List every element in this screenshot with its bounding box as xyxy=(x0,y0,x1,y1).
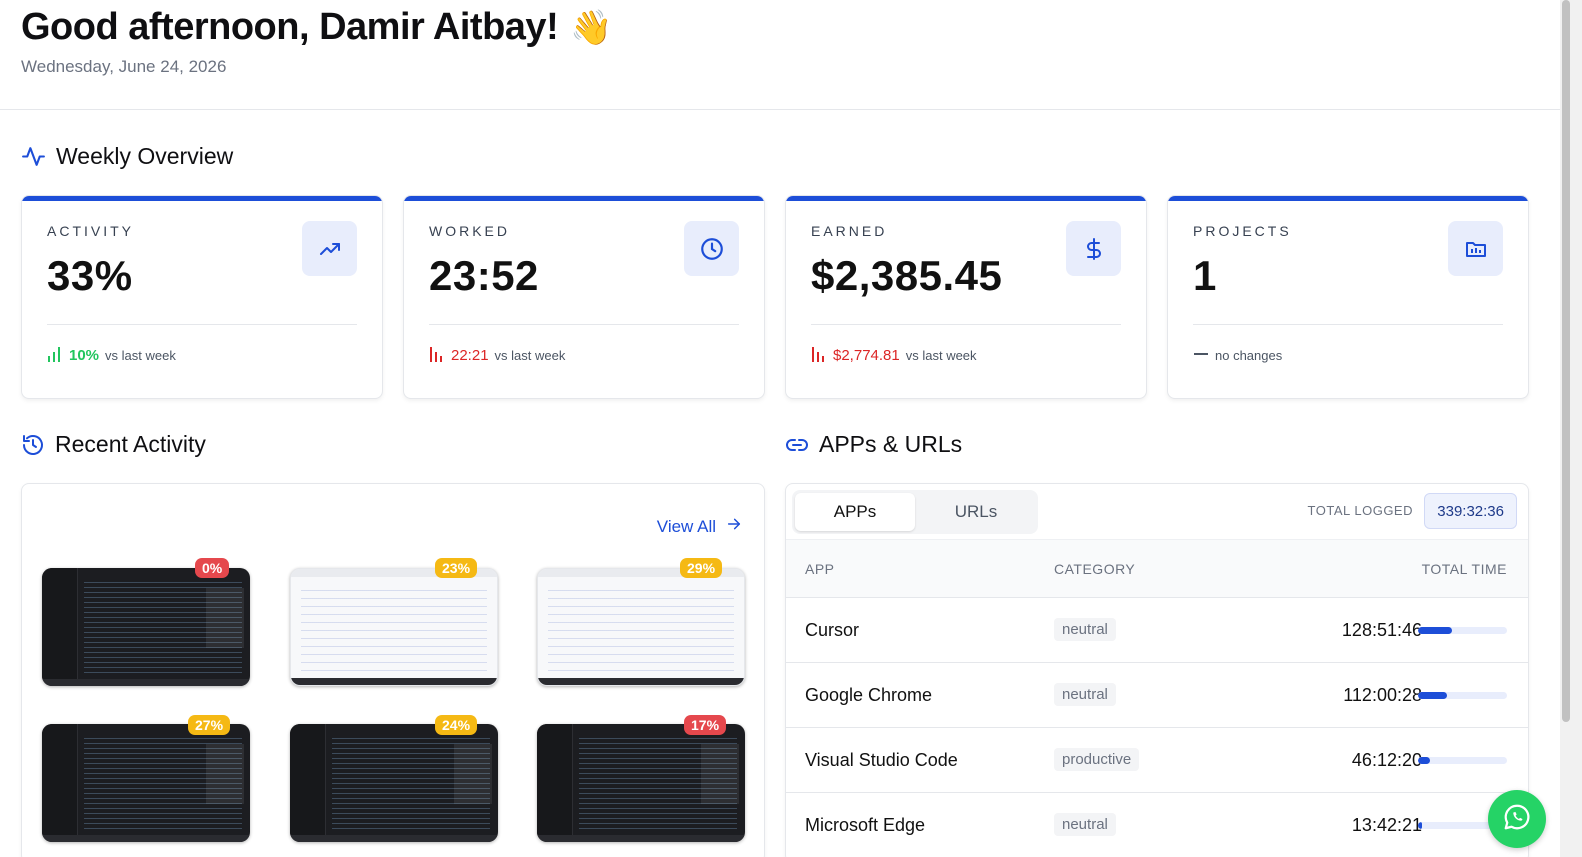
activity-pulse-icon xyxy=(21,144,46,169)
table-header: APP CATEGORY TOTAL TIME xyxy=(786,539,1528,598)
total-time: 112:00:28 xyxy=(1343,685,1422,705)
table-row[interactable]: Microsoft Edge neutral 13:42:21 xyxy=(786,793,1528,857)
apps-urls-tabs: APPs URLs xyxy=(792,490,1038,534)
page-scrollbar[interactable] xyxy=(1560,0,1582,857)
earned-card: EARNED $2,385.45 $2,774.81 vs last week xyxy=(785,195,1147,399)
projects-card: PROJECTS 1 no changes xyxy=(1167,195,1529,399)
apps-urls-panel: APPs URLs TOTAL LOGGED 339:32:36 APP CAT… xyxy=(785,483,1529,857)
whatsapp-chat-button[interactable] xyxy=(1488,790,1546,848)
apps-urls-label: APPs & URLs xyxy=(819,431,963,457)
link-icon xyxy=(785,433,809,457)
clock-icon xyxy=(684,221,739,276)
worked-card: WORKED 23:52 22:21 vs last week xyxy=(403,195,765,399)
category-tag: neutral xyxy=(1054,683,1116,706)
compare-text: vs last week xyxy=(494,348,566,363)
view-all-link[interactable]: View All xyxy=(657,516,742,537)
screenshot-thumbnail[interactable] xyxy=(290,568,498,686)
total-time: 13:42:21 xyxy=(1351,815,1422,835)
screenshot-thumbnail[interactable] xyxy=(537,568,745,686)
category-tag: neutral xyxy=(1054,618,1116,641)
activity-percent-badge: 29% xyxy=(680,558,723,578)
compare-text: no changes xyxy=(1215,348,1283,363)
activity-card: ACTIVITY 33% 10% vs last week xyxy=(21,195,383,399)
column-header-app: APP xyxy=(805,561,835,577)
screenshot-thumbnail[interactable] xyxy=(42,724,250,842)
total-logged-label: TOTAL LOGGED xyxy=(1307,503,1413,518)
tab-apps[interactable]: APPs xyxy=(795,493,915,531)
card-divider xyxy=(1193,324,1503,325)
time-share-bar xyxy=(1418,627,1507,634)
bar-chart-up-icon xyxy=(47,346,63,365)
delta-value: 10% xyxy=(69,347,100,364)
tab-urls[interactable]: URLs xyxy=(916,493,1036,531)
card-value: $2,385.45 xyxy=(811,252,1003,299)
scrollbar-thumb[interactable] xyxy=(1562,0,1570,722)
column-header-category: CATEGORY xyxy=(1054,561,1136,577)
trending-up-icon xyxy=(302,221,357,276)
activity-percent-badge: 17% xyxy=(684,715,727,735)
card-divider xyxy=(429,324,739,325)
table-row[interactable]: Cursor neutral 128:51:46 xyxy=(786,598,1528,663)
card-value: 1 xyxy=(1193,252,1217,299)
table-row[interactable]: Visual Studio Code productive 46:12:20 xyxy=(786,728,1528,793)
category-tag: neutral xyxy=(1054,813,1116,836)
dash-icon xyxy=(1193,346,1209,365)
time-share-bar xyxy=(1418,757,1507,764)
compare-text: vs last week xyxy=(105,348,176,363)
card-divider xyxy=(47,324,357,325)
card-comparison: 22:21 vs last week xyxy=(429,346,565,365)
arrow-right-icon xyxy=(726,516,742,537)
card-value: 23:52 xyxy=(429,252,539,299)
total-time: 46:12:20 xyxy=(1351,750,1422,770)
card-value: 33% xyxy=(47,252,133,299)
activity-percent-badge: 23% xyxy=(435,558,478,578)
time-share-bar xyxy=(1418,692,1507,699)
card-label: PROJECTS xyxy=(1193,223,1292,239)
waving-hand-emoji: 👋 xyxy=(570,8,613,47)
current-date: Wednesday, June 24, 2026 xyxy=(21,57,227,76)
app-name: Cursor xyxy=(805,620,860,640)
screenshot-thumbnail[interactable] xyxy=(290,724,498,842)
delta-value: 22:21 xyxy=(451,347,489,364)
history-icon xyxy=(21,433,45,457)
total-time: 128:51:46 xyxy=(1341,620,1422,640)
card-comparison: $2,774.81 vs last week xyxy=(811,346,977,365)
delta-value: $2,774.81 xyxy=(833,347,900,364)
app-name: Visual Studio Code xyxy=(805,750,958,770)
activity-percent-badge: 0% xyxy=(195,558,230,578)
greeting-heading: Good afternoon, Damir Aitbay! 👋 xyxy=(21,6,613,49)
card-divider xyxy=(811,324,1121,325)
page-header: Good afternoon, Damir Aitbay! 👋 Wednesda… xyxy=(0,0,1560,110)
screenshot-thumbnail[interactable] xyxy=(537,724,745,842)
activity-percent-badge: 27% xyxy=(188,715,231,735)
total-logged-value: 339:32:36 xyxy=(1424,493,1517,529)
project-folder-icon xyxy=(1448,221,1503,276)
category-tag: productive xyxy=(1054,748,1140,771)
table-row[interactable]: Google Chrome neutral 112:00:28 xyxy=(786,663,1528,728)
apps-urls-title: APPs & URLs xyxy=(785,431,962,458)
recent-activity-panel: View All 0% 23% 29% 27% 24% 17% xyxy=(21,483,765,857)
app-name: Microsoft Edge xyxy=(805,815,926,835)
bar-chart-down-icon xyxy=(811,346,827,365)
greeting-text: Good afternoon, Damir Aitbay! xyxy=(21,6,559,48)
card-label: ACTIVITY xyxy=(47,223,135,239)
app-name: Google Chrome xyxy=(805,685,933,705)
activity-percent-badge: 24% xyxy=(435,715,478,735)
card-label: WORKED xyxy=(429,223,510,239)
weekly-overview-title: Weekly Overview xyxy=(21,143,233,170)
card-label: EARNED xyxy=(811,223,888,239)
whatsapp-icon xyxy=(1502,802,1532,837)
dollar-icon xyxy=(1066,221,1121,276)
recent-activity-label: Recent Activity xyxy=(55,431,206,457)
compare-text: vs last week xyxy=(905,348,977,363)
card-comparison: no changes xyxy=(1193,346,1282,365)
column-header-total-time: TOTAL TIME xyxy=(1421,561,1507,577)
bar-chart-down-icon xyxy=(429,346,445,365)
recent-activity-title: Recent Activity xyxy=(21,431,206,458)
weekly-overview-label: Weekly Overview xyxy=(56,143,234,169)
view-all-label: View All xyxy=(656,516,716,536)
screenshot-thumbnail[interactable] xyxy=(42,568,250,686)
card-comparison: 10% vs last week xyxy=(47,346,176,365)
